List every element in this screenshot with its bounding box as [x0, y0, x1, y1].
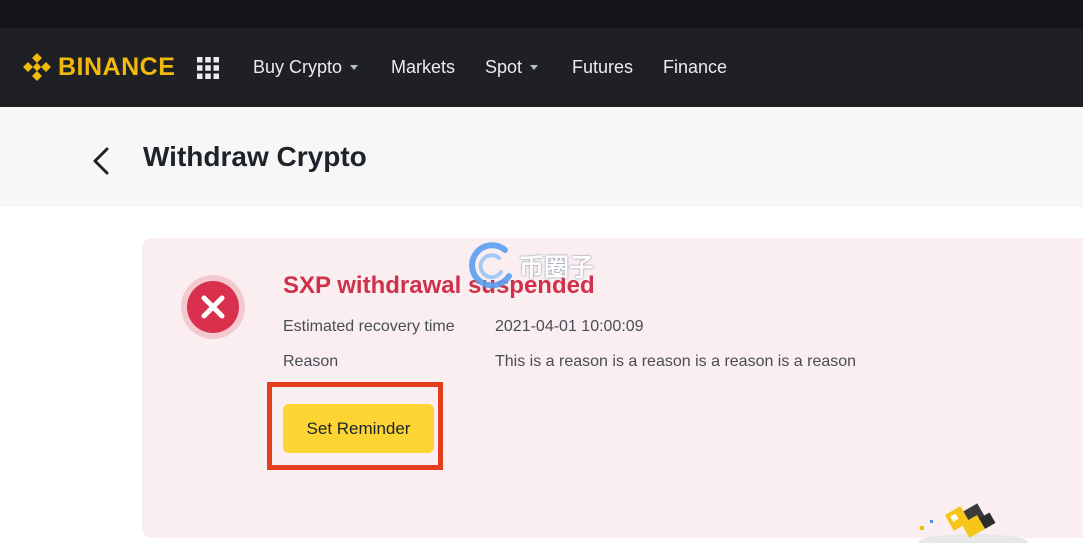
nav-spot[interactable]: Spot	[485, 57, 539, 78]
chevron-down-icon	[530, 65, 539, 70]
reason-label: Reason	[283, 353, 339, 370]
nav-label: Futures	[572, 57, 634, 77]
page-header: Withdraw Crypto	[0, 107, 1083, 207]
nav-markets[interactable]: Markets	[391, 57, 455, 78]
error-x-icon	[181, 275, 245, 339]
nav-buy-crypto[interactable]: Buy Crypto	[253, 57, 359, 78]
brand-name: BINANCE	[58, 52, 176, 81]
page-body: Withdraw Crypto SXP withdrawal suspended…	[0, 107, 1083, 543]
watermark-logo-icon	[469, 242, 512, 289]
chevron-down-icon	[350, 65, 359, 70]
nav-label: Buy Crypto	[253, 57, 343, 77]
binance-logo-icon	[23, 53, 51, 81]
reason-value: This is a reason is a reason is a reason…	[495, 353, 857, 370]
nav-label: Spot	[485, 57, 523, 77]
top-strip	[0, 0, 1083, 28]
watermark-text: 币圈子	[519, 254, 595, 282]
page-title: Withdraw Crypto	[143, 141, 367, 172]
brand-logo[interactable]: BINANCE	[22, 52, 175, 82]
mascot-icon	[918, 503, 1028, 543]
recovery-time-label: Estimated recovery time	[283, 318, 455, 335]
back-arrow-icon[interactable]	[90, 145, 112, 177]
nav-label: Finance	[663, 57, 728, 77]
nav-futures[interactable]: Futures	[572, 57, 633, 78]
nav-finance[interactable]: Finance	[663, 57, 727, 78]
watermark: 币圈子	[465, 240, 594, 292]
top-navbar: BINANCE Buy Crypto Markets Spot Futures …	[0, 28, 1083, 107]
nav-label: Markets	[391, 57, 456, 77]
grid-menu-icon[interactable]	[197, 57, 219, 79]
set-reminder-button[interactable]: Set Reminder	[283, 404, 434, 453]
recovery-time-value: 2021-04-01 10:00:09	[495, 318, 644, 335]
